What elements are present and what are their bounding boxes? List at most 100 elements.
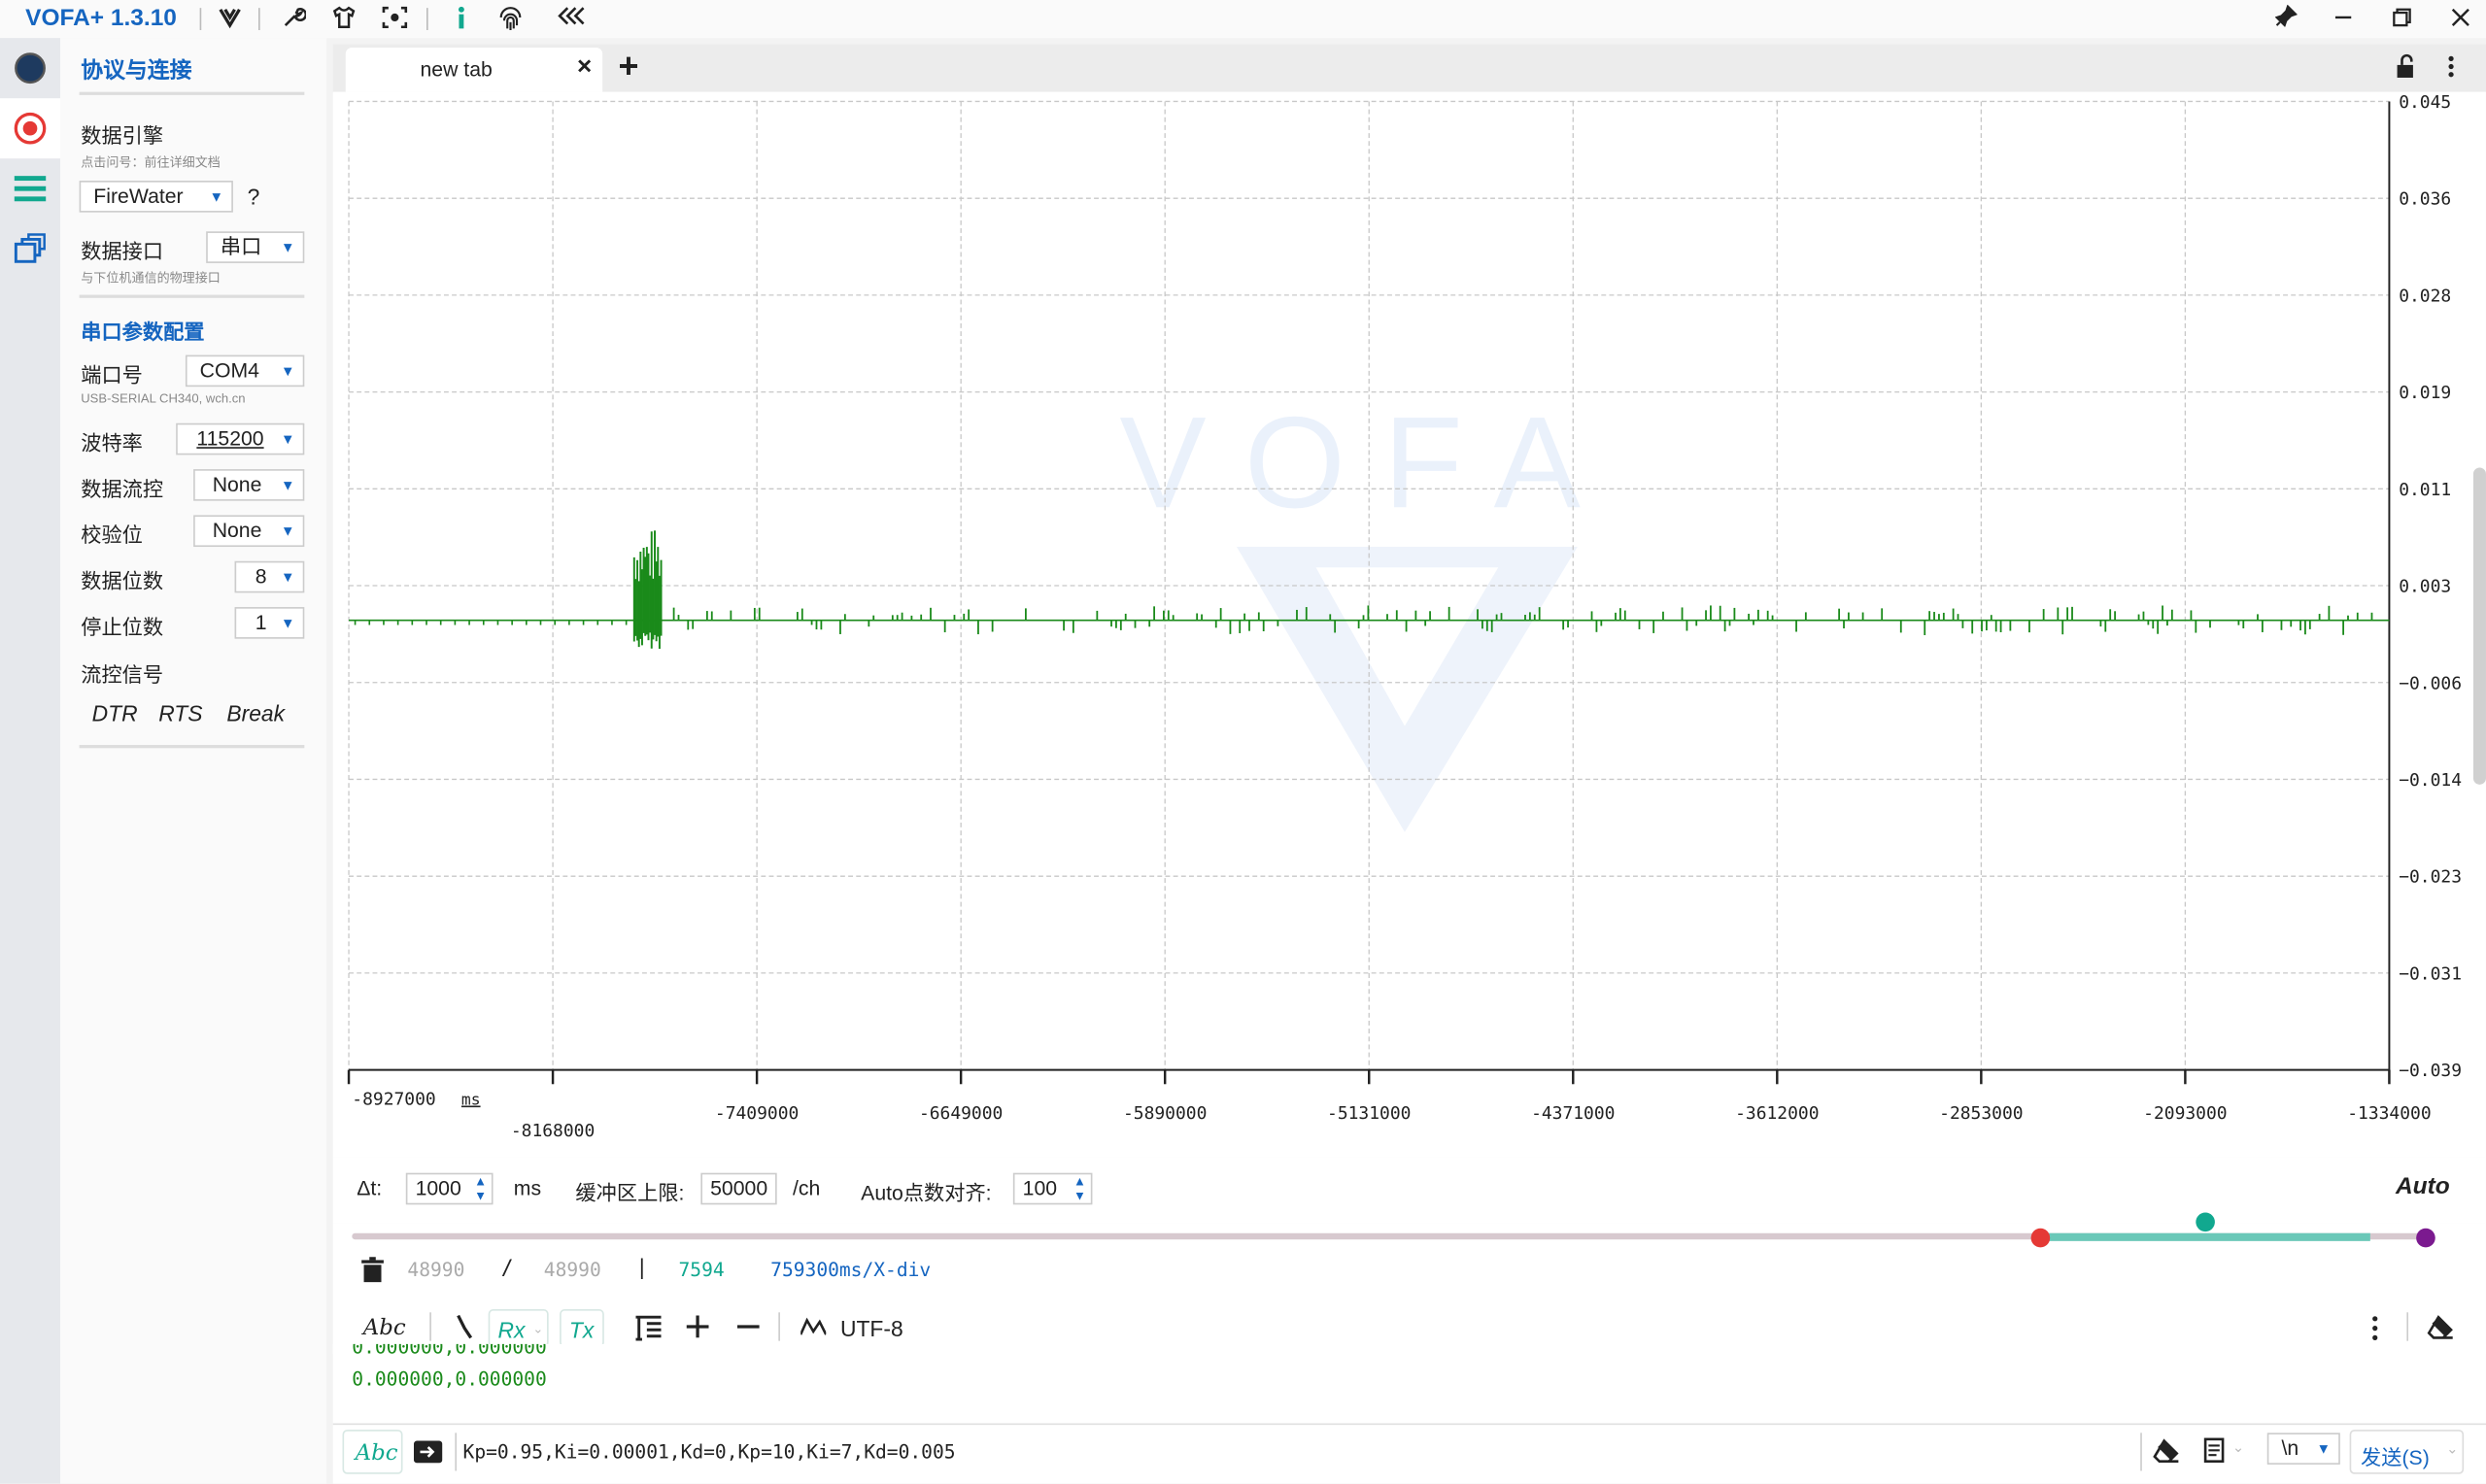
send-file-icon[interactable] (413, 1437, 443, 1470)
separator (426, 8, 428, 31)
info-icon[interactable] (447, 5, 475, 33)
dt-input[interactable]: 1000 ▲ ▼ (405, 1172, 494, 1205)
x-tick-label: -2093000 (2143, 1103, 2227, 1124)
waveform-chart[interactable]: VOFA0.0450.0360.0280.0190.0110.003−0.006… (333, 92, 2486, 1158)
rail-widgets-button[interactable] (0, 219, 60, 279)
minimize-button[interactable] (2326, 3, 2361, 35)
align-input[interactable]: 100 ▲ ▼ (1012, 1172, 1093, 1205)
clear-send-icon[interactable] (2152, 1437, 2180, 1470)
divider (79, 91, 305, 95)
spinner-icon[interactable]: ▲ ▼ (474, 1174, 487, 1202)
stopbits-label: 停止位数 (81, 615, 164, 639)
rx-text-area[interactable]: 0.000000,0.000000 0.000000,0.000000 (332, 1343, 2486, 1424)
parity-select[interactable]: None ▼ (193, 515, 305, 548)
parity-value: None (212, 518, 262, 543)
baud-value: 115200 (196, 426, 264, 451)
capture-icon[interactable] (381, 5, 409, 33)
restore-button[interactable] (2385, 3, 2420, 35)
range-start-handle[interactable] (2030, 1228, 2051, 1248)
dtr-toggle[interactable]: DTR (92, 700, 138, 725)
rail-commands-button[interactable] (0, 158, 60, 219)
zoom-in-icon[interactable] (686, 1315, 709, 1346)
encoding-icon[interactable] (799, 1316, 828, 1346)
stopbits-value: 1 (255, 610, 267, 634)
y-tick-label: −0.006 (2399, 673, 2462, 693)
x-tick-label: -2853000 (1939, 1103, 2023, 1124)
x-tick-label: -5890000 (1123, 1103, 1207, 1124)
timeline-range[interactable] (2040, 1232, 2370, 1241)
buffer-unit: /ch (793, 1175, 821, 1200)
break-toggle[interactable]: Break (226, 700, 285, 725)
fingerprint-icon[interactable] (496, 5, 525, 33)
send-history-icon[interactable] (2203, 1437, 2226, 1470)
encoding-label[interactable]: UTF-8 (840, 1316, 903, 1341)
unlock-icon[interactable] (2394, 53, 2419, 86)
serial-config-header: 串口参数配置 (81, 320, 205, 345)
close-button[interactable] (2443, 3, 2478, 35)
collapse-left-icon[interactable] (557, 5, 585, 33)
trash-icon[interactable] (361, 1257, 384, 1290)
newline-select[interactable]: \n ▼ (2266, 1433, 2340, 1465)
chevron-down-icon: ⌄ (2446, 1440, 2459, 1457)
x-tick-label: -6649000 (919, 1103, 1003, 1124)
rail-connection-button[interactable] (0, 98, 61, 159)
newline-value: \n (2281, 1435, 2299, 1461)
align-value: 100 (1022, 1175, 1058, 1200)
port-select[interactable]: COM4 ▼ (185, 354, 305, 388)
stopbits-select[interactable]: 1 ▼ (234, 607, 305, 639)
more-vertical-icon[interactable] (2446, 53, 2456, 86)
databits-select[interactable]: 8 ▼ (234, 560, 305, 593)
auto-button[interactable]: Auto (2396, 1173, 2450, 1200)
engine-select[interactable]: FireWater ▼ (79, 181, 233, 213)
wrench-icon[interactable] (279, 5, 308, 33)
y-tick-label: −0.039 (2399, 1061, 2462, 1081)
baud-select[interactable]: 115200 ▼ (176, 422, 305, 455)
eraser-icon[interactable] (2426, 1314, 2454, 1347)
tab-new-tab[interactable]: new tab × (345, 47, 603, 92)
send-format-toggle[interactable]: Abc (342, 1430, 403, 1474)
spinner-icon[interactable]: ▲ ▼ (1073, 1174, 1086, 1202)
buffer-input[interactable]: 50000 (700, 1172, 777, 1205)
pin-icon[interactable] (2268, 3, 2303, 35)
send-text: Kp=0.95,Ki=0.00001,Kd=0,Kp=10,Ki=7,Kd=0.… (462, 1440, 956, 1464)
plot-scrollbar[interactable] (2472, 467, 2486, 785)
connection-panel: 协议与连接 数据引擎 点击问号：前往详细文档 FireWater ▼ ? 数据接口… (60, 38, 327, 1484)
panel-header: 协议与连接 (81, 56, 192, 83)
buffer-label: 缓冲区上限: (575, 1180, 685, 1205)
engine-help-link[interactable]: ? (248, 184, 260, 209)
add-tab-button[interactable]: + (618, 46, 638, 86)
visible-count: 7594 (678, 1258, 725, 1281)
tab-close-icon[interactable]: × (577, 53, 592, 82)
buffer-value: 50000 (710, 1175, 768, 1200)
send-input[interactable]: Kp=0.95,Ki=0.00001,Kd=0,Kp=10,Ki=7,Kd=0.… (457, 1430, 2140, 1474)
zoom-out-icon[interactable] (736, 1316, 760, 1346)
rx-toggle[interactable]: Rx ⌄ (488, 1309, 549, 1348)
interface-select[interactable]: 串口 ▼ (206, 231, 305, 263)
dt-value: 1000 (415, 1175, 461, 1200)
abc-text-mode-button[interactable]: Abc (363, 1316, 406, 1341)
tx-toggle[interactable]: Tx (560, 1309, 604, 1348)
vofa-logo-icon[interactable] (216, 5, 244, 33)
chevron-down-icon[interactable]: ⌄ (2232, 1439, 2244, 1457)
x-tick-label: -8168000 (511, 1121, 595, 1141)
y-tick-label: 0.011 (2399, 480, 2451, 500)
separator (258, 8, 260, 31)
send-label: 发送(S) (2361, 1445, 2430, 1469)
total-count: 48990 (543, 1258, 601, 1281)
flow-select[interactable]: None ▼ (193, 469, 305, 501)
separator (2406, 1312, 2409, 1341)
range-center-handle[interactable] (2196, 1212, 2215, 1232)
chevron-down-icon: ▼ (280, 430, 295, 448)
send-button[interactable]: 发送(S) ⌄ (2349, 1430, 2465, 1474)
rx-line: 0.000000,0.000000 (352, 1343, 547, 1359)
chevron-down-icon: ▼ (280, 615, 295, 631)
watermark-logo-icon (1236, 547, 1578, 832)
waveform-plot[interactable]: VOFA 0.045 0.036 0.028 0.019 0.011 0.003 −0.006… (332, 91, 2486, 1158)
range-end-handle[interactable] (2416, 1228, 2435, 1248)
flow-signal-label: 流控信号 (81, 662, 164, 687)
rail-theme-button[interactable] (0, 38, 60, 98)
record-icon (14, 112, 47, 145)
rts-toggle[interactable]: RTS (158, 700, 202, 725)
databits-value: 8 (255, 563, 267, 589)
shirt-icon[interactable] (329, 5, 358, 33)
